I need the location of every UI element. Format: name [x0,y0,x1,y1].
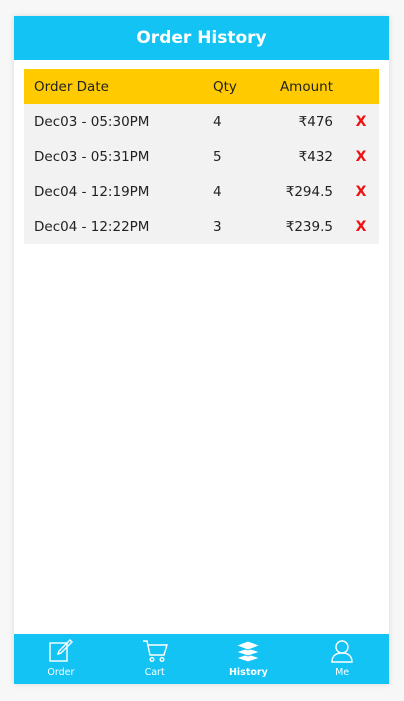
nav-item-order[interactable]: Order [14,634,108,684]
order-date-cell: Dec03 - 05:31PM [34,148,150,165]
order-history-table: Order Date Qty Amount Dec03 - 05:30PM 4 … [24,69,379,244]
table-row: Dec04 - 12:19PM 4 ₹294.5 X [24,174,379,209]
amount-cell: ₹294.5 [285,183,333,200]
nav-item-history[interactable]: History [202,634,296,684]
edit-icon [48,639,74,663]
nav-item-me[interactable]: Me [295,634,389,684]
nav-label-cart: Cart [144,667,165,678]
amount-cell: ₹432 [298,148,333,165]
delete-order-button[interactable]: X [356,184,367,200]
app-screen: Order History Order Date Qty Amount Dec0… [14,16,389,684]
qty-cell: 3 [213,218,222,235]
page-title: Order History [136,28,267,48]
user-icon [329,639,355,663]
nav-label-me: Me [335,667,350,678]
nav-label-order: Order [47,667,75,678]
table-row: Dec03 - 05:31PM 5 ₹432 X [24,139,379,174]
order-date-cell: Dec04 - 12:22PM [34,218,150,235]
qty-cell: 5 [213,148,222,165]
column-header-qty: Qty [213,78,237,95]
delete-order-button[interactable]: X [356,219,367,235]
delete-order-button[interactable]: X [356,149,367,165]
table-header-row: Order Date Qty Amount [24,69,379,104]
column-header-order-date: Order Date [34,78,109,95]
app-header: Order History [14,16,389,60]
delete-order-button[interactable]: X [356,114,367,130]
nav-label-history: History [228,667,268,678]
qty-cell: 4 [213,113,222,130]
cart-icon [142,639,168,663]
table-row: Dec03 - 05:30PM 4 ₹476 X [24,104,379,139]
table-row: Dec04 - 12:22PM 3 ₹239.5 X [24,209,379,244]
amount-cell: ₹239.5 [285,218,333,235]
layers-icon [235,639,262,663]
order-date-cell: Dec04 - 12:19PM [34,183,150,200]
nav-item-cart[interactable]: Cart [108,634,202,684]
order-date-cell: Dec03 - 05:30PM [34,113,150,130]
bottom-nav-bar: Order Cart History Me [14,634,389,684]
column-header-amount: Amount [279,78,333,95]
amount-cell: ₹476 [298,113,333,130]
qty-cell: 4 [213,183,222,200]
